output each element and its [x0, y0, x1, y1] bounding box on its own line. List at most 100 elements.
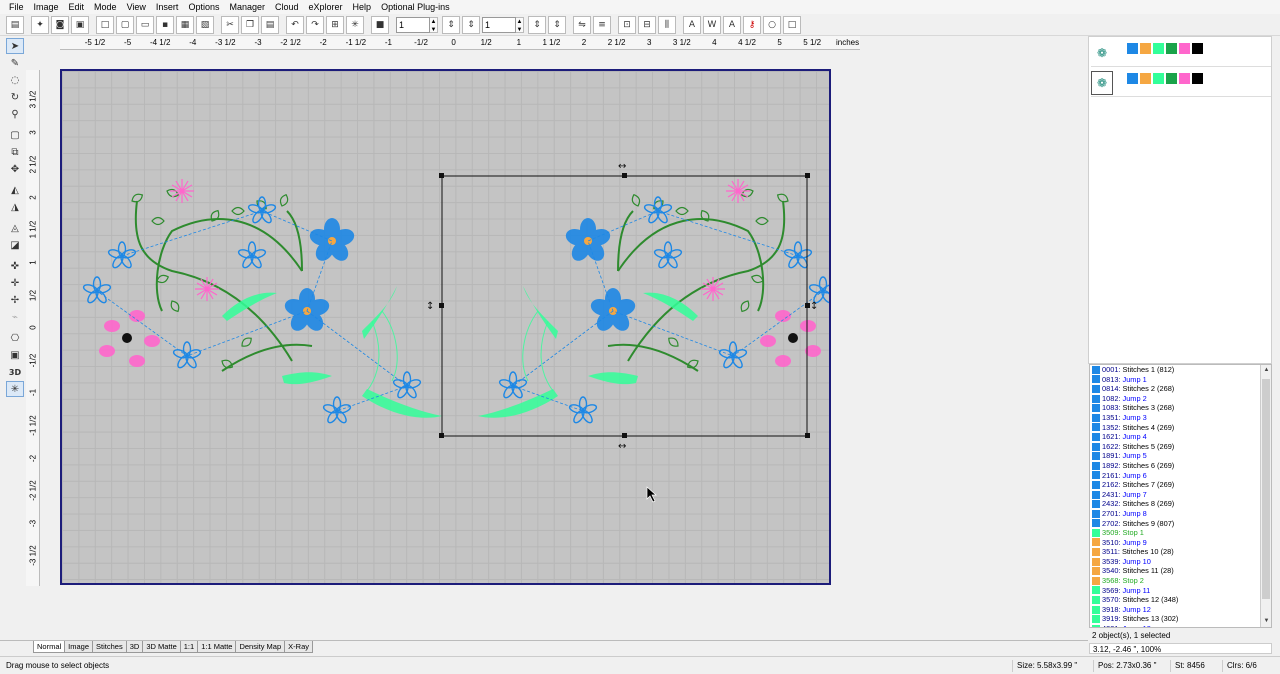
zoom-icon[interactable]: ⚲ [6, 106, 24, 122]
node-icon[interactable]: ◌ [6, 72, 24, 88]
stitch-list-item[interactable]: 2701: Jump 8 [1090, 509, 1271, 519]
crop-icon[interactable]: ⧉ [6, 144, 24, 160]
rotate-icon[interactable]: ↻ [6, 89, 24, 105]
stitch-list-item[interactable]: 3509: Stop 1 [1090, 528, 1271, 538]
menu-item-file[interactable]: File [4, 0, 29, 14]
frame-icon[interactable]: ▣ [6, 347, 24, 363]
color-swatch[interactable] [1153, 43, 1164, 54]
stitch-list-item[interactable]: 3569: Jump 11 [1090, 586, 1271, 596]
spacing-y-button[interactable]: ⇕ [548, 15, 566, 34]
menu-item-edit[interactable]: Edit [64, 0, 90, 14]
slant-icon[interactable]: ◪ [6, 237, 24, 253]
stitch-list-item[interactable]: 3570: Stitches 12 (348) [1090, 595, 1271, 605]
color-swatch[interactable] [1140, 73, 1151, 84]
hmove-icon[interactable]: ✛ [6, 275, 24, 291]
stitch-list-item[interactable]: 2431: Jump 7 [1090, 490, 1271, 500]
magic-wand-button[interactable]: ✦ [31, 15, 49, 34]
hoop-icon[interactable]: ⎔ [6, 330, 24, 346]
stitch-list-item[interactable]: 4221:Jump 13 [1090, 624, 1271, 627]
stitch-icon[interactable]: ✳ [6, 381, 24, 397]
stitch-list[interactable]: 0001: Stitches 1 (812) 0813: Jump 1 0814: Sti… [1089, 364, 1272, 628]
disabled-icon[interactable]: ⌁ [6, 309, 24, 325]
tab-x-ray[interactable]: X-Ray [284, 641, 313, 653]
object-row-2[interactable]: ❁ [1091, 69, 1271, 97]
copy-button[interactable]: ❐ [241, 15, 259, 34]
save-button[interactable]: ▪ [156, 15, 174, 34]
magic-select-button[interactable]: ✳ [346, 15, 364, 34]
menu-item-options[interactable]: Options [183, 0, 224, 14]
stitch-list-item[interactable]: 2162: Stitches 7 (269) [1090, 480, 1271, 490]
print-button[interactable]: ▦ [176, 15, 194, 34]
stitch-list-item[interactable]: 0814: Stitches 2 (268) [1090, 384, 1271, 394]
tab-stitches[interactable]: Stitches [92, 641, 127, 653]
stitch-list-item[interactable]: 3510: Jump 9 [1090, 538, 1271, 548]
color-swatch[interactable] [1166, 43, 1177, 54]
center-icon[interactable]: ✜ [6, 258, 24, 274]
menu-item-insert[interactable]: Insert [151, 0, 184, 14]
menu-item-cloud[interactable]: Cloud [270, 0, 304, 14]
ungroup-button[interactable]: ⊟ [638, 15, 656, 34]
color-swatch[interactable] [1179, 73, 1190, 84]
stitch-list-item[interactable]: 1082: Jump 2 [1090, 394, 1271, 404]
mirror-button[interactable]: ⇋ [573, 15, 591, 34]
stitch-list-item[interactable]: 3918: Jump 12 [1090, 605, 1271, 615]
stitch-list-item[interactable]: 1621: Jump 4 [1090, 432, 1271, 442]
spacing-down-button[interactable]: ⇕ [462, 15, 480, 34]
cut-button[interactable]: ✂ [221, 15, 239, 34]
color-swatch[interactable] [1153, 73, 1164, 84]
scroll-thumb[interactable] [1262, 379, 1270, 599]
spacing-x-button[interactable]: ⇕ [528, 15, 546, 34]
spin-arrows-icon[interactable]: ▲ ▼ [516, 16, 524, 33]
circle-button[interactable]: ○ [763, 15, 781, 34]
redo-button[interactable]: ↷ [306, 15, 324, 34]
text-a-button[interactable]: A [683, 15, 701, 34]
tab-1-1-matte[interactable]: 1:1 Matte [197, 641, 237, 653]
object-row-1[interactable]: ❁ [1091, 39, 1271, 67]
scroll-up-icon[interactable]: ▲ [1261, 365, 1271, 376]
stitch-list-item[interactable]: 1083: Stitches 3 (268) [1090, 403, 1271, 413]
tab-density-map[interactable]: Density Map [235, 641, 286, 653]
move-icon[interactable]: ✥ [6, 161, 24, 177]
repeat-y-spinner[interactable]: ▲▼ [482, 16, 524, 33]
tab-normal[interactable]: Normal [33, 641, 66, 653]
key-button[interactable]: ⚷ [743, 15, 761, 34]
stitch-list-item[interactable]: 1622: Stitches 5 (269) [1090, 442, 1271, 452]
color-swatch[interactable] [1127, 73, 1138, 84]
color-swatch[interactable] [1192, 73, 1203, 84]
group-button[interactable]: ⊡ [618, 15, 636, 34]
stitch-list-item[interactable]: 1891: Jump 5 [1090, 451, 1271, 461]
undo-button[interactable]: ↶ [286, 15, 304, 34]
align-button[interactable]: ≡ [593, 15, 611, 34]
color-swatch[interactable] [1179, 43, 1190, 54]
menu-item-manager[interactable]: Manager [224, 0, 270, 14]
tab-3d[interactable]: 3D [125, 641, 144, 653]
paste-button[interactable]: ▤ [261, 15, 279, 34]
stitch-list-item[interactable]: 1352: Stitches 4 (269) [1090, 423, 1271, 433]
square-button[interactable]: □ [783, 15, 801, 34]
menu-item-explorer[interactable]: eXplorer [304, 0, 348, 14]
repeat-y-input[interactable] [482, 16, 516, 33]
hoop-button[interactable]: ▣ [71, 15, 89, 34]
stitch-list-item[interactable]: 2161: Jump 6 [1090, 471, 1271, 481]
select-all-button[interactable]: ⊞ [326, 15, 344, 34]
export-button[interactable]: ▧ [196, 15, 214, 34]
stitch-list-item[interactable]: 2432: Stitches 8 (269) [1090, 499, 1271, 509]
vmove-icon[interactable]: ✢ [6, 292, 24, 308]
stitch-list-item[interactable]: 1351: Jump 3 [1090, 413, 1271, 423]
color-swatch[interactable] [1127, 43, 1138, 54]
spin-arrows-icon[interactable]: ▲ ▼ [430, 16, 438, 33]
stitch-list-item[interactable]: 3568: Stop 2 [1090, 576, 1271, 586]
repeat-x-input[interactable] [396, 16, 430, 33]
menu-item-help[interactable]: Help [348, 0, 377, 14]
color-swatch[interactable] [1166, 73, 1177, 84]
design-thumbnail-icon[interactable]: ❁ [1091, 71, 1113, 95]
tab-1-1[interactable]: 1:1 [179, 641, 199, 653]
scale-icon[interactable]: ◬ [6, 220, 24, 236]
stitch-list-scrollbar[interactable]: ▲ ▼ [1260, 365, 1271, 627]
tab-image[interactable]: Image [64, 641, 94, 653]
text-w-button[interactable]: W [703, 15, 721, 34]
menu-item-mode[interactable]: Mode [89, 0, 122, 14]
menu-item-view[interactable]: View [122, 0, 151, 14]
camera-button[interactable]: ◙ [51, 15, 69, 34]
3d-icon[interactable]: 3D [6, 364, 24, 380]
